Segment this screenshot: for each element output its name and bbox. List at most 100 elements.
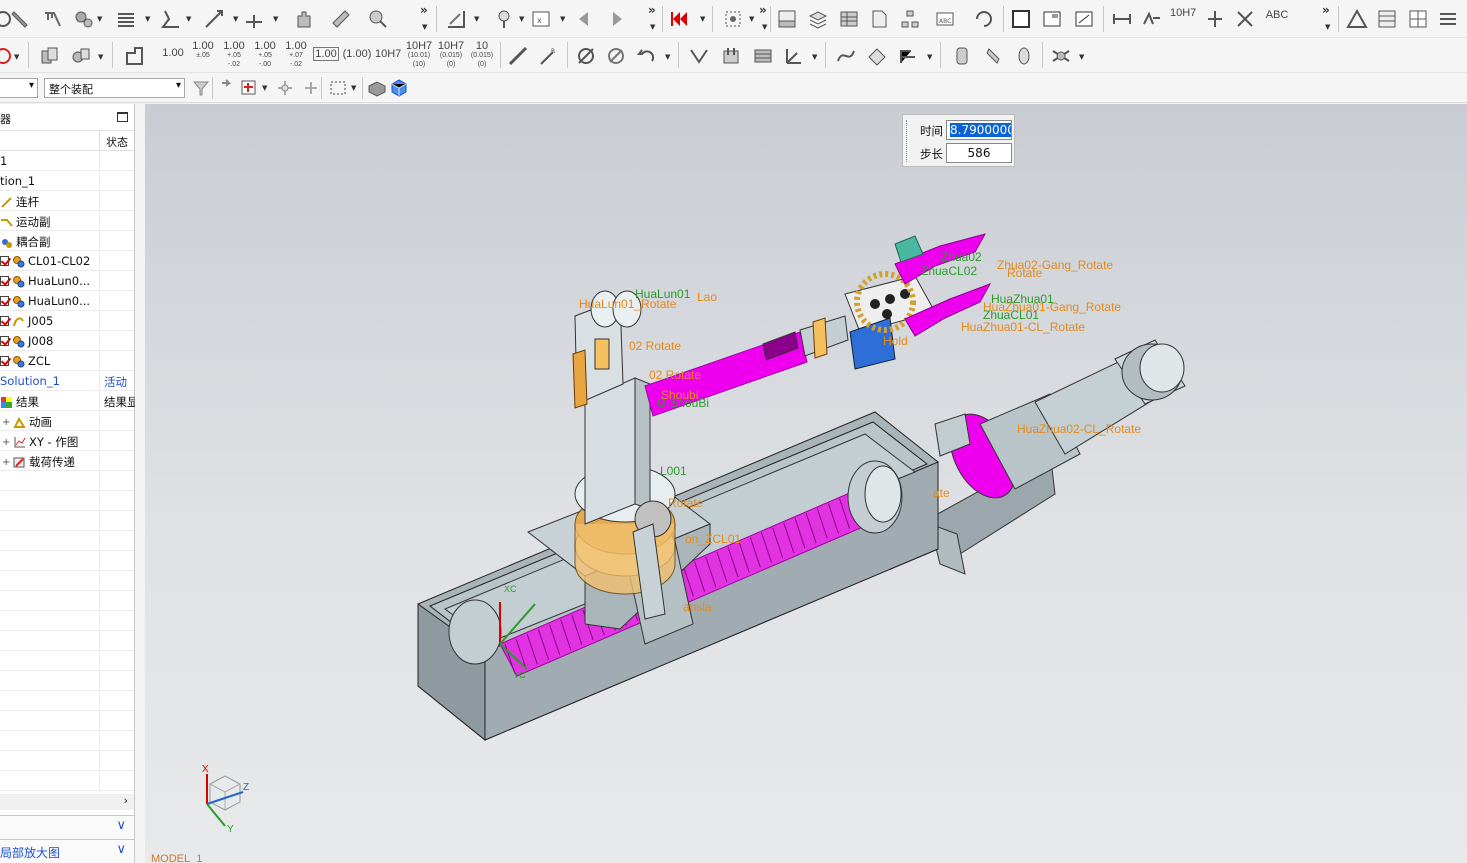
coordinate-icon[interactable] — [783, 45, 805, 67]
joint-label[interactable]: Rotate — [668, 496, 703, 510]
rotate-view-icon[interactable] — [973, 8, 995, 30]
doc-icon[interactable] — [868, 8, 890, 30]
overflow-dropdown-icon-3[interactable]: ▼ — [762, 23, 767, 31]
filter-icon[interactable] — [190, 77, 212, 99]
symbol-icon[interactable] — [1234, 8, 1256, 30]
gears-dropdown-icon[interactable]: ▼ — [97, 15, 102, 23]
weld-icon[interactable] — [688, 45, 710, 67]
chevron-down-icon[interactable]: ∨ — [116, 842, 126, 857]
selection-scope-select[interactable]: 整个装配 ▾ — [44, 78, 185, 98]
checkbox[interactable] — [0, 356, 9, 366]
arrow-right-icon[interactable] — [606, 8, 628, 30]
coordinate-dropdown-icon[interactable]: ▼ — [812, 53, 817, 61]
spring-icon[interactable] — [115, 8, 137, 30]
more-chevron-icon-2[interactable]: » — [648, 3, 656, 17]
grip-handle[interactable] — [906, 120, 909, 162]
model-scene[interactable] — [145, 104, 1467, 863]
hand-icon[interactable] — [293, 8, 315, 30]
tree-node[interactable]: Solution_1 活动 — [0, 371, 134, 391]
view-triad[interactable] — [206, 774, 244, 827]
more-chevron-icon[interactable]: » — [420, 3, 428, 17]
tolerance-nominal[interactable]: 1.00 — [160, 48, 186, 59]
gears-icon[interactable] — [73, 8, 95, 30]
square-view-icon[interactable] — [1010, 8, 1032, 30]
frame-dropdown-icon[interactable]: ▼ — [560, 15, 565, 23]
rectangle-select-dropdown-icon[interactable]: ▼ — [351, 84, 356, 92]
extrude-dropdown-icon[interactable]: ▼ — [927, 53, 932, 61]
sketch-dropdown-icon[interactable]: ▼ — [474, 15, 479, 23]
diagonal-icon[interactable] — [507, 45, 529, 67]
note-abc-icon[interactable]: ABC — [1263, 10, 1291, 21]
tolerance-bilateral[interactable]: 1.00 ±.05 — [190, 41, 216, 60]
checkbox[interactable] — [0, 336, 9, 346]
hierarchy-icon[interactable] — [899, 8, 921, 30]
diameter2-icon[interactable] — [605, 45, 627, 67]
joint-label[interactable]: Lao — [697, 290, 717, 304]
joint-label[interactable]: HuaZhua02-CL_Rotate — [1017, 422, 1141, 436]
ring-icon[interactable] — [1013, 45, 1035, 67]
horizontal-scrollbar[interactable]: › — [0, 794, 134, 810]
maximize-icon[interactable] — [117, 112, 128, 122]
rewind-dropdown-icon[interactable]: ▼ — [700, 15, 705, 23]
bodies-icon[interactable] — [38, 45, 60, 67]
grid-icon[interactable] — [1407, 8, 1429, 30]
vector-icon[interactable] — [203, 8, 225, 30]
tree-node[interactable]: 耦合副 — [0, 231, 134, 251]
rewind-icon[interactable] — [668, 8, 690, 30]
spring-dropdown-icon[interactable]: ▼ — [145, 15, 150, 23]
joint-label[interactable]: on_ZCL01 — [685, 532, 741, 546]
dimension-icon[interactable] — [1111, 8, 1133, 30]
vector-dropdown-icon[interactable]: ▼ — [233, 15, 238, 23]
tree-node[interactable]: HuaLun0... — [0, 271, 134, 291]
arrow-left-icon[interactable] — [573, 8, 595, 30]
chevron-down-icon[interactable]: ∨ — [116, 818, 126, 833]
surface-icon[interactable] — [866, 45, 888, 67]
link-label[interactable]: HuaLun01 — [635, 287, 690, 301]
section-detail-view[interactable]: 局部放大图 ∨ — [0, 839, 134, 863]
fit-10h7-icon[interactable]: 10H7 — [1170, 8, 1196, 19]
tree-node[interactable]: J005 — [0, 311, 134, 331]
undo-arc-dropdown-icon[interactable]: ▼ — [665, 53, 670, 61]
checkbox[interactable] — [0, 256, 9, 266]
select-feature-dropdown-icon[interactable]: ▼ — [262, 84, 267, 92]
scroll-right-icon[interactable]: › — [124, 794, 128, 807]
tolerance-basic[interactable]: 1.00 — [313, 47, 339, 61]
grid-table-icon[interactable] — [1376, 8, 1398, 30]
tree-node[interactable]: tion_1 — [0, 171, 134, 191]
red-ring-icon[interactable] — [0, 45, 14, 67]
expand-icon[interactable]: + — [2, 437, 10, 448]
window-view-icon[interactable] — [1041, 8, 1063, 30]
link-label[interactable]: XC — [504, 584, 517, 594]
tree-node[interactable]: + XY - 作图 — [0, 431, 134, 451]
red-ring-dropdown-icon[interactable]: ▼ — [14, 53, 19, 61]
more-chevron-icon-3[interactable]: » — [759, 3, 767, 17]
expand-icon[interactable]: + — [2, 457, 10, 468]
ruler-icon[interactable] — [330, 8, 352, 30]
surface-finish-icon[interactable] — [1141, 8, 1163, 30]
extrude-icon[interactable] — [897, 45, 919, 67]
solid-body-icon[interactable] — [366, 77, 388, 99]
analysis-icon[interactable] — [367, 8, 389, 30]
joint-label[interactable]: 02 Rotate — [649, 368, 701, 382]
list-icon[interactable] — [1437, 8, 1459, 30]
constraint-dropdown-icon[interactable]: ▼ — [749, 15, 754, 23]
bodies-dropdown-icon[interactable]: ▼ — [98, 53, 103, 61]
step-field[interactable]: 586 — [946, 143, 1012, 163]
bodies2-icon[interactable] — [70, 45, 92, 67]
link-label[interactable]: HuaZhua01 — [991, 292, 1054, 306]
probe-icon[interactable] — [493, 8, 515, 30]
tree-node[interactable]: ZCL — [0, 351, 134, 371]
overflow-dropdown-icon[interactable]: ▼ — [422, 23, 427, 31]
tree-node[interactable]: HuaLun0... — [0, 291, 134, 311]
point-dropdown-icon[interactable]: ▼ — [273, 15, 278, 23]
diameter-icon[interactable] — [575, 45, 597, 67]
link-label[interactable]: Zhua02 — [941, 250, 982, 264]
snap-point-icon[interactable] — [274, 77, 296, 99]
motor-assembly[interactable] — [903, 339, 1186, 575]
more-chevron-icon-4[interactable]: » — [1322, 3, 1330, 17]
joint-label[interactable]: ansla — [683, 600, 712, 614]
joint-label[interactable]: ate — [933, 486, 950, 500]
joint-dropdown-icon[interactable]: ▼ — [186, 15, 191, 23]
triangle-icon[interactable] — [1346, 8, 1368, 30]
overflow-dropdown-icon-2[interactable]: ▼ — [650, 23, 655, 31]
